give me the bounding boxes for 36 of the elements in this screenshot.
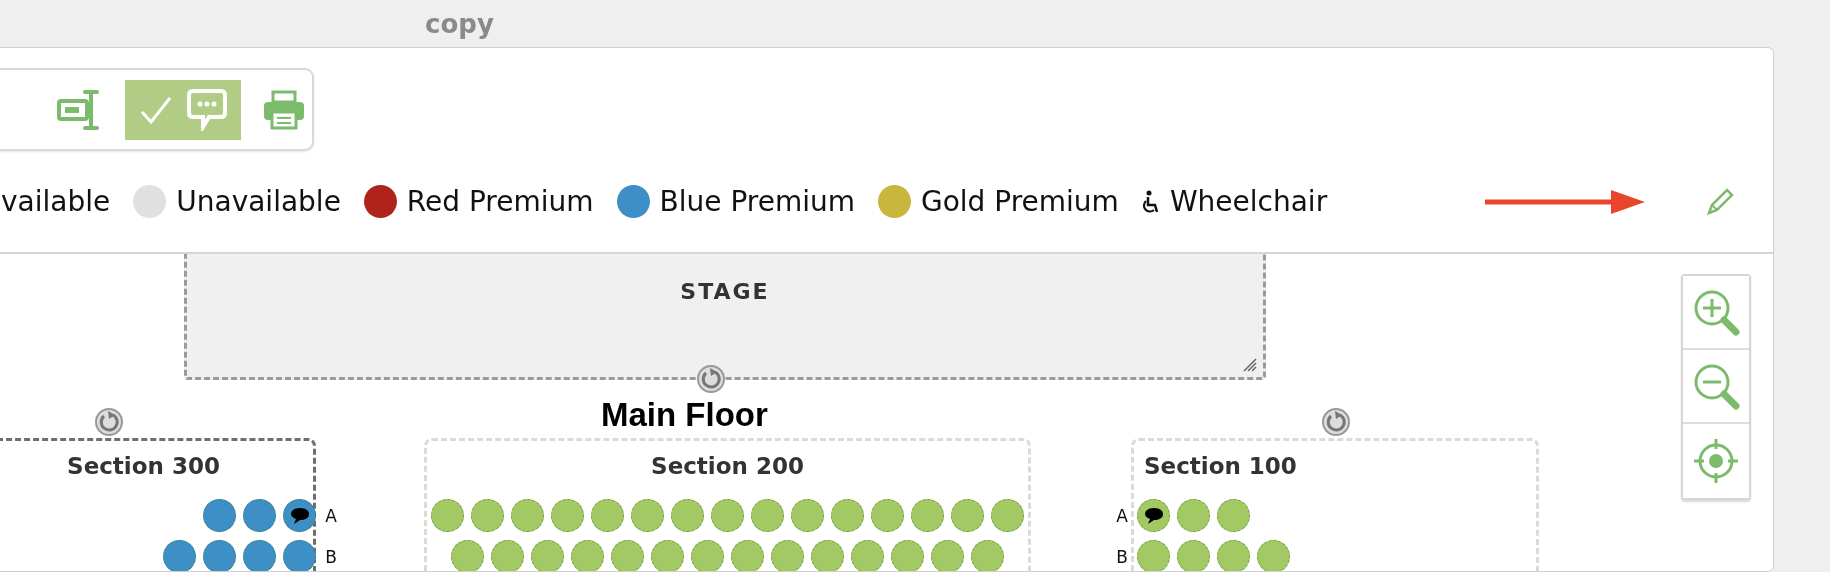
printer-icon — [263, 89, 305, 130]
row-label: A — [324, 505, 338, 526]
rotate-handle-icon[interactable] — [1321, 407, 1351, 437]
section-title: Section 100 — [1144, 453, 1297, 479]
comment-icon — [1143, 506, 1164, 525]
rotate-handle-icon[interactable] — [94, 407, 124, 437]
comment-icon — [289, 506, 310, 525]
crosshair-icon — [1692, 437, 1740, 485]
legend-label: Gold Premium — [921, 185, 1119, 218]
legend-label: vailable — [1, 185, 111, 218]
rotate-handle-icon[interactable] — [696, 364, 726, 394]
legend-label: Unavailable — [176, 185, 341, 218]
legend-label: Red Premium — [406, 185, 594, 218]
zoom-in-button[interactable] — [1683, 276, 1749, 350]
center-button[interactable] — [1683, 424, 1749, 498]
zoom-out-button[interactable] — [1683, 350, 1749, 424]
zoom-out-icon — [1692, 362, 1740, 410]
zoom-in-icon — [1692, 288, 1740, 336]
stage-label: STAGE — [680, 279, 770, 306]
row-label: A — [1115, 505, 1129, 526]
section-title: Section 200 — [651, 453, 804, 479]
seat[interactable] — [1137, 499, 1170, 532]
comments-button[interactable] — [125, 79, 241, 140]
floor-title: Main Floor — [601, 396, 768, 434]
check-icon — [139, 94, 173, 125]
resize-grip-icon — [1243, 358, 1257, 372]
legend-label: Blue Premium — [659, 185, 855, 218]
wheelchair-icon — [1141, 189, 1160, 214]
row-label: B — [324, 546, 338, 567]
row-label: B — [1115, 546, 1129, 567]
seat[interactable] — [283, 499, 316, 532]
header-title: copy — [425, 8, 494, 39]
pencil-icon[interactable] — [1705, 186, 1735, 217]
legend-label: Wheelchair — [1169, 185, 1328, 218]
speech-bubble-icon — [187, 88, 227, 131]
section-title: Section 300 — [67, 453, 220, 479]
